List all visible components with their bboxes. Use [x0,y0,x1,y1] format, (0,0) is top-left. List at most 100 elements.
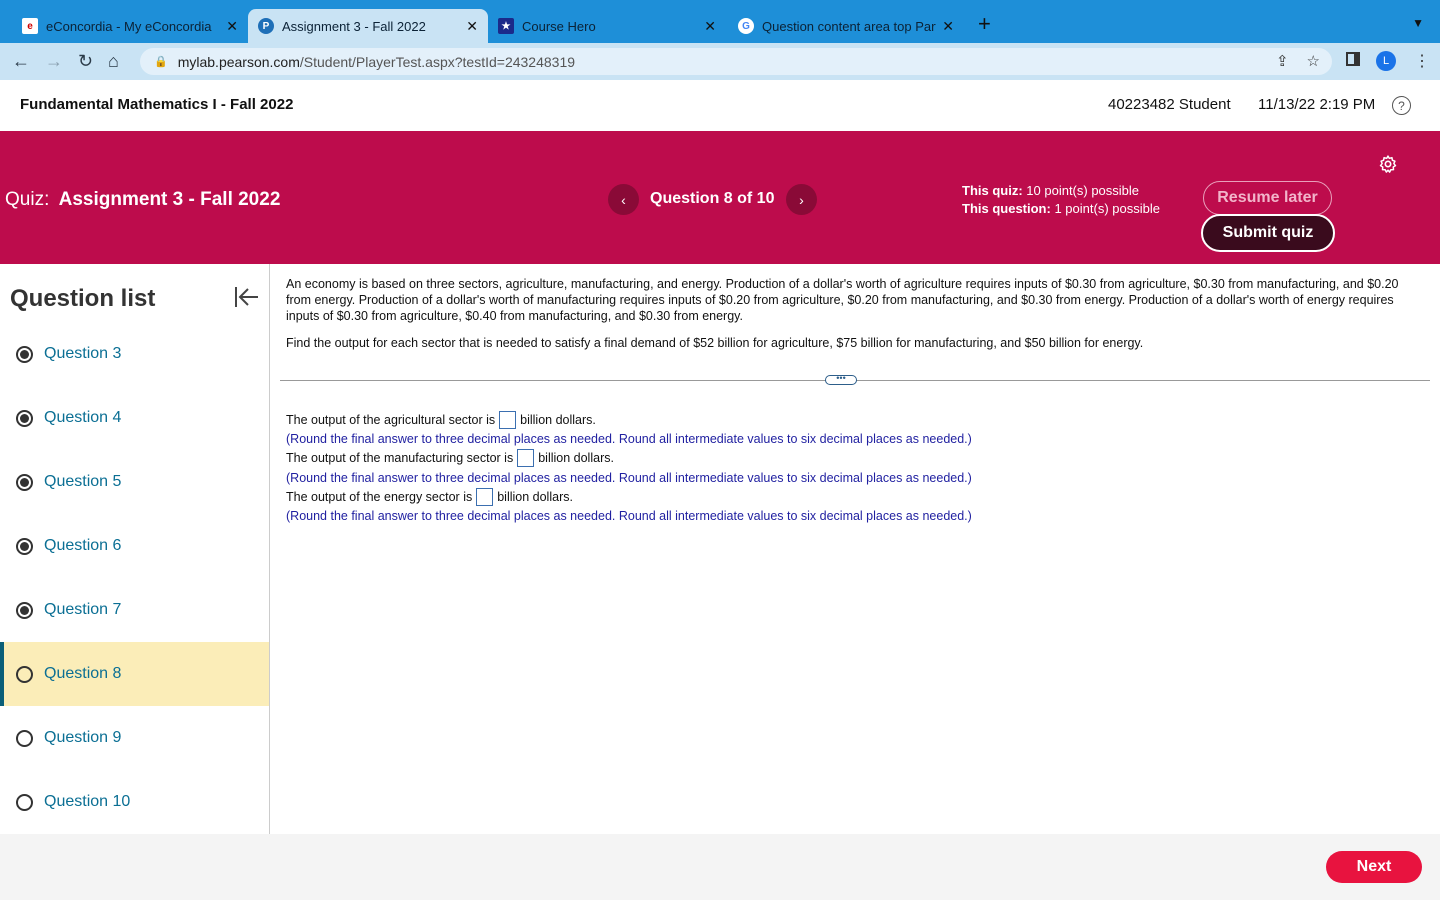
quiz-points-value: 10 point(s) possible [1026,183,1140,198]
question-navigator: ‹ Question 8 of 10 › [608,184,818,215]
question-list-title: Question list [10,285,156,312]
url-domain: mylab.pearson.com [177,53,300,70]
tab-econcordia[interactable]: e eConcordia - My eConcordia ✕ [12,9,248,43]
google-favicon-icon: G [738,18,754,34]
answer-prefix: The output of the manufacturing sector i… [286,451,514,466]
tab-title: Question content area top Part [762,18,937,34]
radio-dot [20,605,29,615]
answered-radio-icon [16,409,33,427]
question-content: An economy is based on three sectors, ag… [286,276,1426,350]
answer-prefix: The output of the energy sector is [286,489,473,504]
answer-suffix: billion dollars. [497,489,573,504]
question-list-item[interactable]: Question 5 [0,450,269,514]
collapse-panel-icon[interactable] [234,286,260,308]
radio-dot [20,477,29,487]
answered-radio-icon [16,345,33,363]
divider-handle[interactable]: ••• [825,374,857,385]
quiz-points-label: This quiz: [962,183,1023,198]
question-list-item[interactable]: Question 8 [0,642,269,706]
tab-search-chevron-icon[interactable]: ▼ [1412,16,1424,30]
question-list-item-label: Question 5 [44,473,122,490]
question-list-item[interactable]: Question 3 [0,322,269,386]
tab-course-hero[interactable]: ★ Course Hero ✕ [488,9,726,43]
close-tab-icon[interactable]: ✕ [226,18,238,35]
question-list-item[interactable]: Question 6 [0,514,269,578]
footer-bar: Next [0,834,1440,900]
unanswered-radio-icon [16,665,33,683]
pearson-favicon-icon: P [258,18,274,34]
previous-question-button[interactable]: ‹ [608,184,639,215]
quiz-title: Quiz: Assignment 3 - Fall 2022 [5,189,280,211]
tab-title: eConcordia - My eConcordia [46,18,212,34]
radio-dot [20,349,29,359]
help-icon[interactable]: ? [1392,96,1411,115]
back-arrow-icon[interactable]: ← [12,51,30,71]
econcordia-favicon-icon: e [22,18,38,34]
agriculture-answer-input[interactable] [499,410,517,429]
answered-radio-icon [16,473,33,491]
url-bar[interactable]: 🔒 mylab.pearson.com/Student/PlayerTest.a… [140,48,1332,75]
new-tab-icon[interactable]: + [978,13,991,35]
tab-question-content[interactable]: G Question content area top Part ✕ [728,9,964,43]
rounding-hint: (Round the final answer to three decimal… [286,431,972,446]
next-button[interactable]: Next [1326,851,1422,883]
close-tab-icon[interactable]: ✕ [466,18,478,35]
settings-gear-icon[interactable] [1378,154,1398,174]
quiz-prefix: Quiz: [5,189,50,210]
tab-title: Course Hero [522,18,596,34]
tab-assignment[interactable]: P Assignment 3 - Fall 2022 ✕ [248,9,488,43]
student-id: 40223482 Student [1108,96,1231,113]
question-counter: Question 8 of 10 [650,190,775,207]
browser-menu-icon[interactable]: ⋮ [1414,51,1430,71]
browser-tab-strip: e eConcordia - My eConcordia ✕ P Assignm… [0,0,1440,43]
question-points-value: 1 point(s) possible [1054,201,1160,216]
question-list-item-label: Question 10 [44,793,131,810]
lock-icon: 🔒 [154,56,168,68]
close-tab-icon[interactable]: ✕ [704,18,716,35]
quiz-name: Assignment 3 - Fall 2022 [58,189,281,210]
answer-prefix: The output of the agricultural sector is [286,412,496,427]
question-list-item[interactable]: Question 9 [0,706,269,770]
forward-arrow-icon[interactable]: → [45,51,63,71]
tab-title: Assignment 3 - Fall 2022 [282,18,426,34]
profile-avatar[interactable]: L [1376,51,1396,71]
close-tab-icon[interactable]: ✕ [942,18,954,35]
submit-quiz-button[interactable]: Submit quiz [1201,214,1335,252]
answer-suffix: billion dollars. [538,451,614,466]
bookmark-star-icon[interactable]: ☆ [1307,52,1320,70]
task-statement: Find the output for each sector that is … [286,336,1144,350]
question-list-item[interactable]: Question 4 [0,386,269,450]
manufacturing-answer-input[interactable] [517,449,535,468]
answered-radio-icon [16,537,33,555]
reload-icon[interactable]: ↻ [78,51,93,71]
question-points-label: This question: [962,201,1051,216]
unanswered-radio-icon [16,793,33,811]
energy-answer-input[interactable] [476,487,494,506]
address-toolbar: ← → ↻ ⌂ 🔒 mylab.pearson.com/Student/Play… [0,43,1440,80]
rounding-hint: (Round the final answer to three decimal… [286,470,972,485]
rounding-hint: (Round the final answer to three decimal… [286,509,972,524]
question-list-item-label: Question 7 [44,601,122,618]
question-list-item[interactable]: Question 7 [0,578,269,642]
unanswered-radio-icon [16,729,33,747]
question-list-panel: Question list Question 3 Question 4 Questi… [0,264,270,834]
question-list-item-label: Question 4 [44,409,122,426]
course-hero-favicon-icon: ★ [498,18,514,34]
date-time: 11/13/22 2:19 PM [1258,96,1376,113]
answered-radio-icon [16,601,33,619]
share-icon[interactable]: ⇪ [1276,52,1289,70]
answer-row-energy: The output of the energy sector is billi… [286,487,972,506]
app-header: Fundamental Mathematics I - Fall 2022 40… [0,80,1440,131]
radio-dot [20,541,29,551]
question-list-item[interactable]: Question 10 [0,770,269,834]
answer-area: The output of the agricultural sector is… [286,410,972,526]
resume-later-button[interactable]: Resume later [1203,181,1332,215]
question-list-item-label: Question 9 [44,729,122,746]
url-path: /Student/PlayerTest.aspx?testId=24324831… [299,53,576,70]
question-list-item-label: Question 3 [44,345,122,362]
quiz-banner: Quiz: Assignment 3 - Fall 2022 ‹ Questio… [0,131,1440,264]
question-list-item-label: Question 8 [44,665,122,682]
next-question-arrow-button[interactable]: › [786,184,817,215]
home-icon[interactable]: ⌂ [108,51,119,71]
side-panel-icon[interactable] [1346,52,1360,66]
